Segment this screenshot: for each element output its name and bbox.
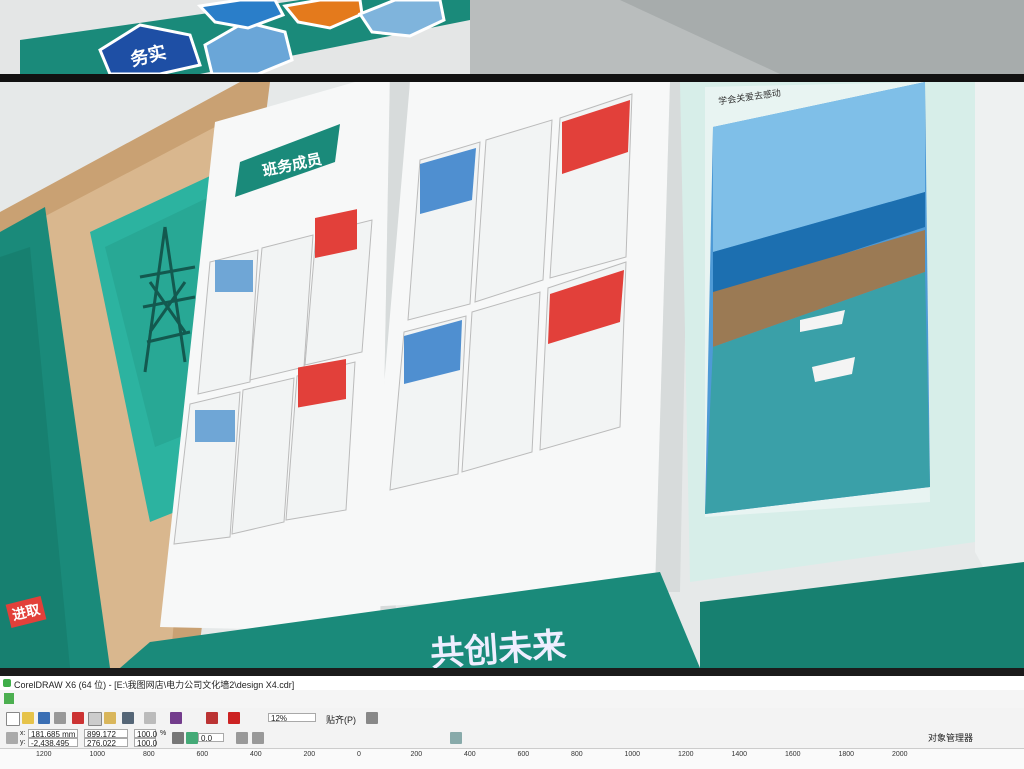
ruler-tick-label: 1200: [36, 751, 52, 758]
copy-icon[interactable]: [88, 712, 102, 726]
ruler-tick-label: 1000: [624, 751, 641, 758]
object-origin-icon[interactable]: [6, 732, 18, 744]
paste-icon[interactable]: [104, 712, 116, 724]
doc-icon: [4, 693, 14, 704]
property-bar: x: 181.685 mm y: -2,438.495 mm 899.172 m…: [0, 728, 1024, 757]
height-field[interactable]: 276.022 mm: [84, 738, 128, 757]
cut-icon[interactable]: [72, 712, 84, 724]
percent-label: %: [160, 730, 167, 737]
coreldraw-window: CorelDRAW X6 (64 位) - [E:\我图网店\电力公司文化墙2\…: [0, 676, 1024, 769]
export-icon[interactable]: [206, 712, 218, 724]
open-icon[interactable]: [22, 712, 34, 724]
ruler-tick-label: 1200: [678, 751, 694, 758]
ruler-tick-label: 400: [464, 751, 476, 758]
mirror-h-icon[interactable]: [236, 732, 248, 744]
title-bar: CorelDRAW X6 (64 位) - [E:\我图网店\电力公司文化墙2\…: [0, 676, 1024, 691]
new-icon[interactable]: [6, 712, 20, 726]
scale-y-field[interactable]: 100.0: [134, 738, 157, 748]
ruler-tick-label: 200: [303, 751, 316, 758]
wall-scene: 班务成员 学会关爱去感动 进取 共创未来: [0, 82, 1024, 668]
rotation-field[interactable]: 0.0: [198, 733, 224, 743]
scale-x-field[interactable]: 100.0: [134, 729, 157, 739]
undo-icon[interactable]: [122, 712, 134, 724]
standard-toolbar: 12% 贴齐(P): [0, 708, 1024, 729]
render-canvas: 务实 班务成员 学会关爱去感动 进取 共创未来: [0, 0, 1024, 668]
snap-menu[interactable]: 贴齐(P): [326, 713, 356, 726]
ruler-tick-label: 600: [196, 751, 209, 758]
ruler-tick-label: 400: [250, 751, 262, 758]
print-icon[interactable]: [54, 712, 66, 724]
ruler-tick-label: 1400: [731, 751, 748, 758]
ruler-tick-label: 800: [143, 751, 155, 758]
sea-photo: [705, 82, 930, 514]
wall-art: [0, 82, 1024, 668]
bottom-slogan: 共创未来: [429, 625, 568, 668]
top-render-strip: 务实: [0, 0, 1024, 74]
ruler-tick-label: 1600: [785, 751, 801, 758]
x-label: x:: [20, 730, 26, 737]
ruler-tick-label: 1800: [838, 751, 855, 758]
group-icon[interactable]: [450, 732, 462, 744]
ruler-tick-label: 600: [517, 751, 530, 758]
y-field[interactable]: -2,438.495 mm: [28, 738, 78, 757]
ruler-tick-label: 0: [357, 751, 361, 758]
ruler-tick-label: 800: [571, 751, 583, 758]
lock-ratio-icon[interactable]: [172, 732, 184, 744]
object-manager-label: 对象管理器: [928, 733, 974, 743]
save-icon[interactable]: [38, 712, 50, 724]
divider-bar: [0, 74, 1024, 82]
menu-bar: [0, 690, 1024, 709]
redo-icon[interactable]: [144, 712, 156, 724]
publish-icon[interactable]: [228, 712, 240, 724]
rotate-icon[interactable]: [186, 732, 198, 744]
x-field[interactable]: 181.685 mm: [28, 729, 78, 739]
import-icon[interactable]: [170, 712, 182, 724]
y-label: y:: [20, 739, 26, 746]
mirror-v-icon[interactable]: [252, 732, 264, 744]
zoom-select[interactable]: 12%: [268, 713, 316, 723]
ruler-tick-label: 2000: [892, 751, 908, 758]
options-icon[interactable]: [366, 712, 378, 724]
ruler-tick-label: 1000: [89, 751, 106, 758]
app-icon: [3, 679, 11, 687]
ruler-tick-label: 200: [410, 751, 423, 758]
horizontal-ruler: 1200 1000 800 600 400 200 0 200 400 600 800 1000 120…: [0, 748, 1024, 769]
width-field[interactable]: 899.172 mm: [84, 729, 128, 748]
